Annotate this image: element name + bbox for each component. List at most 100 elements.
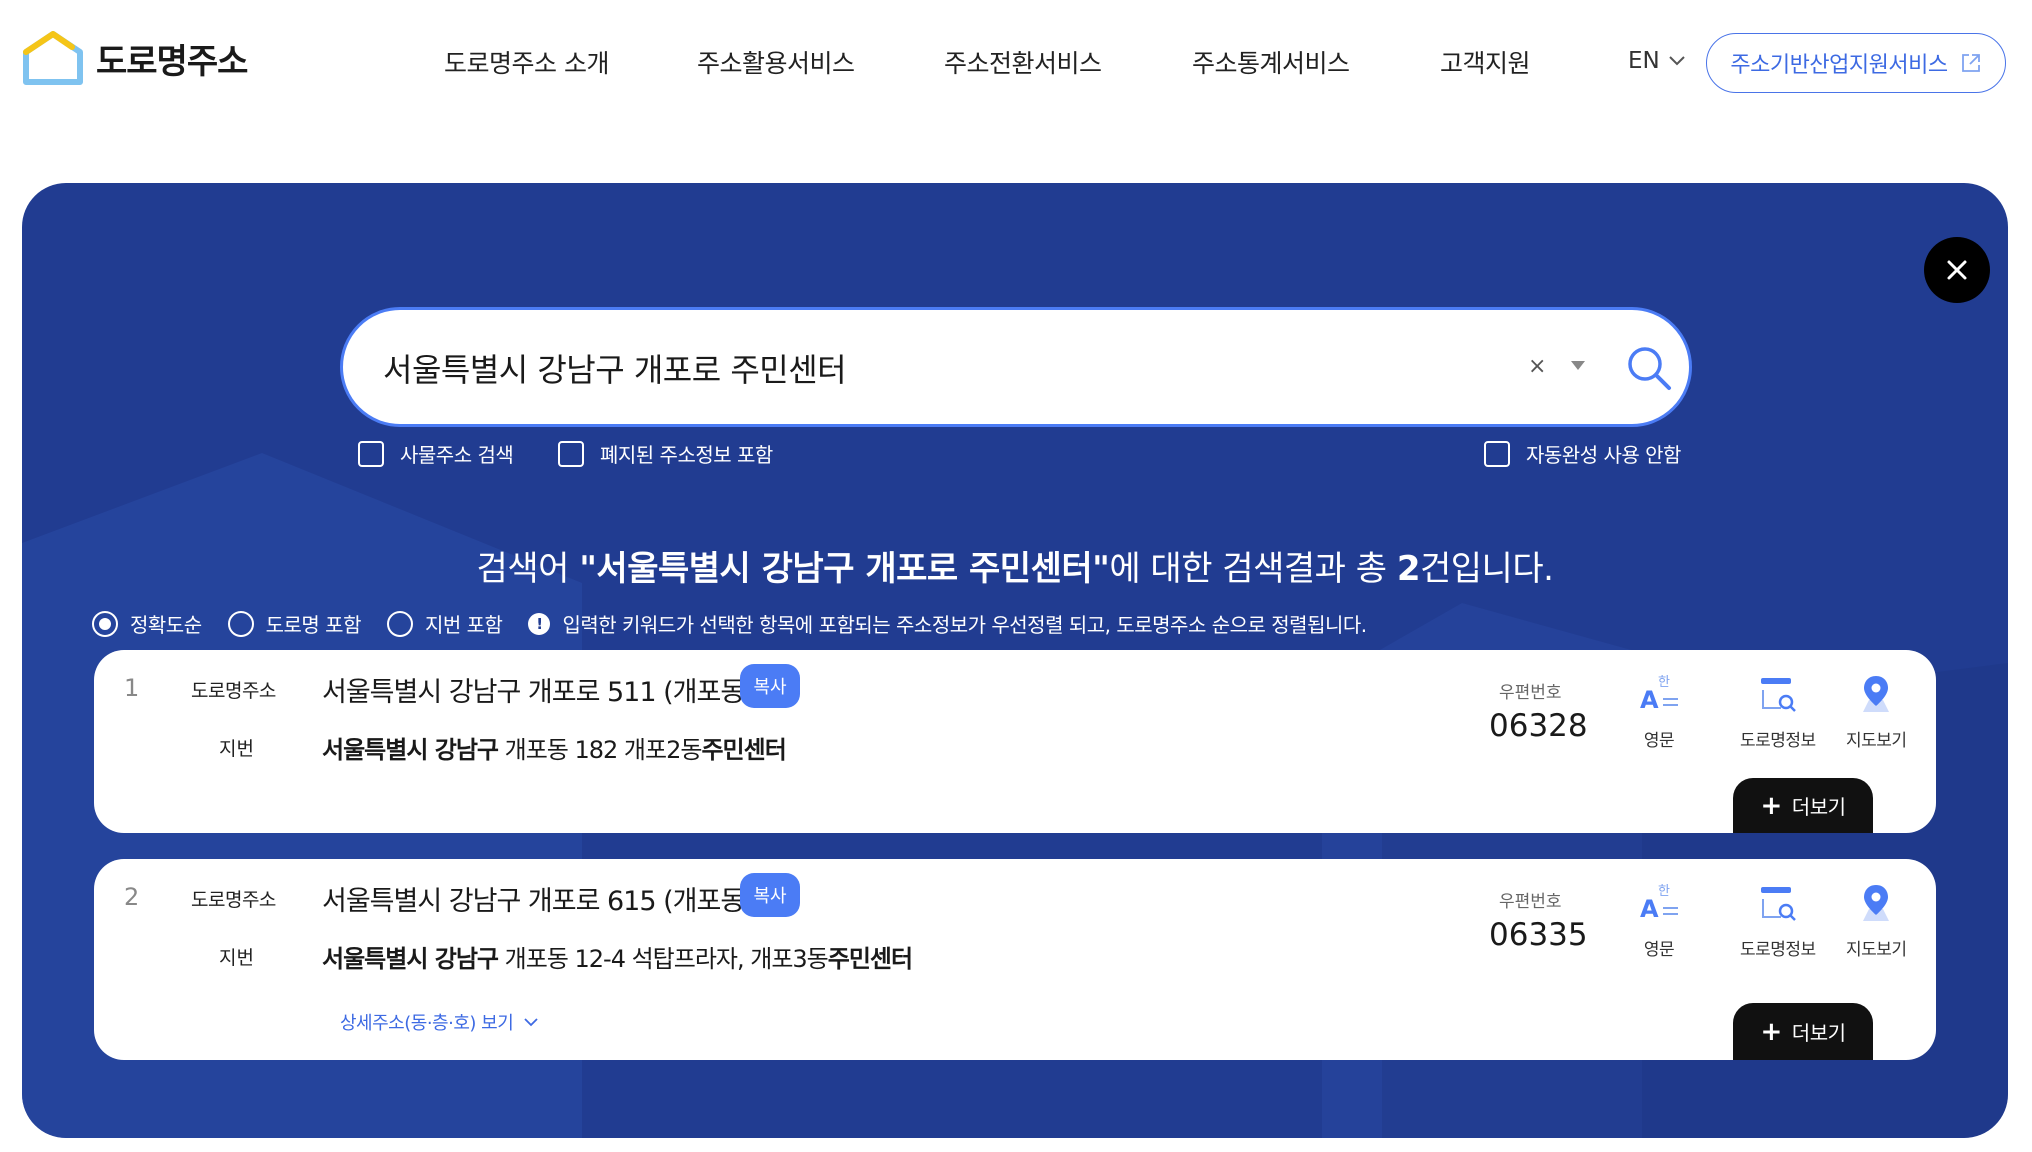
road-info-label: 도로명정보	[1740, 940, 1816, 960]
road-info-label: 도로명정보	[1740, 731, 1816, 751]
autocomplete-off-checkbox[interactable]	[1484, 440, 1510, 467]
more-button[interactable]: + 더보기	[1733, 1003, 1873, 1060]
abolished-address-option[interactable]: 폐지된 주소정보 포함	[558, 439, 773, 468]
abolished-address-label: 폐지된 주소정보 포함	[600, 443, 773, 467]
close-button[interactable]	[1924, 237, 1990, 303]
more-button[interactable]: + 더보기	[1733, 778, 1873, 833]
building-search-label: 사물주소 검색	[400, 443, 514, 467]
autocomplete-off-label: 자동완성 사용 안함	[1526, 443, 1681, 467]
building-search-option[interactable]: 사물주소 검색	[358, 439, 514, 468]
svg-text:A: A	[1640, 895, 1659, 923]
detail-address-label: 상세주소(동·층·호) 보기	[340, 1013, 514, 1034]
english-address-button[interactable]: 한 A 영문	[1636, 881, 1682, 960]
sort-accuracy[interactable]: 정확도순	[92, 609, 202, 638]
plus-icon: +	[1760, 790, 1783, 821]
sort-jibun-radio[interactable]	[386, 610, 413, 637]
sort-road-radio[interactable]	[227, 610, 254, 637]
jibun-address: 서울특별시 강남구 개포동 12-4 석탑프라자, 개포3동주민센터	[322, 939, 913, 974]
english-address-button[interactable]: 한 A 영문	[1636, 672, 1682, 751]
english-label: 영문	[1643, 731, 1675, 751]
industry-support-button[interactable]: 주소기반산업지원서비스	[1706, 33, 2006, 93]
search-input[interactable]	[383, 340, 1463, 396]
plus-icon: +	[1760, 1016, 1783, 1047]
road-info-button[interactable]: 도로명정보	[1740, 672, 1816, 751]
road-info-button[interactable]: 도로명정보	[1740, 881, 1816, 960]
language-label: EN	[1628, 48, 1660, 74]
road-address-label: 도로명주소	[191, 889, 276, 911]
english-translate-icon: 한 A	[1640, 884, 1678, 923]
result-summary-query: "서울특별시 강남구 개포로 주민센터"	[579, 549, 1110, 589]
site-header: 도로명주소 도로명주소 소개 주소활용서비스 주소전환서비스 주소통계서비스 고…	[0, 0, 2032, 130]
nav-item-usage-service[interactable]: 주소활용서비스	[697, 44, 855, 80]
nav-item-statistics-service[interactable]: 주소통계서비스	[1192, 44, 1350, 80]
result-summary: 검색어 "서울특별시 강남구 개포로 주민센터"에 대한 검색결과 총 2건입니…	[22, 541, 2008, 590]
sort-jibun-label: 지번 포함	[424, 613, 503, 637]
detail-address-toggle[interactable]: 상세주소(동·층·호) 보기	[340, 1009, 539, 1035]
jibun-address-keyword: 주민센터	[827, 945, 913, 973]
jibun-label: 지번	[219, 947, 254, 969]
road-info-icon	[1760, 887, 1796, 921]
chevron-down-icon	[1669, 56, 1685, 66]
sort-jibun-included[interactable]: 지번 포함	[386, 609, 503, 638]
jibun-address: 서울특별시 강남구 개포동 182 개포2동주민센터	[322, 730, 787, 765]
nav-item-conversion-service[interactable]: 주소전환서비스	[944, 44, 1102, 80]
autocomplete-off-option[interactable]: 자동완성 사용 안함	[1484, 439, 1681, 468]
nav-item-support[interactable]: 고객지원	[1440, 44, 1531, 80]
info-icon: !	[528, 612, 551, 635]
jibun-address-city: 서울특별시 강남구	[322, 736, 499, 764]
english-label: 영문	[1643, 940, 1675, 960]
nav-item-intro[interactable]: 도로명주소 소개	[444, 44, 609, 80]
jibun-address-keyword: 주민센터	[701, 736, 786, 764]
map-pin-icon	[1863, 885, 1890, 921]
result-summary-middle: 에 대한 검색결과 총	[1109, 549, 1397, 589]
svg-text:한: 한	[1658, 884, 1670, 899]
sort-info-text: 입력한 키워드가 선택한 항목에 포함되는 주소정보가 우선정렬 되고, 도로명…	[562, 613, 1367, 637]
road-address: 서울특별시 강남구 개포로 511 (개포동)	[322, 677, 755, 708]
sort-accuracy-label: 정확도순	[130, 613, 202, 637]
clear-search-button[interactable]: ×	[1528, 354, 1546, 379]
result-summary-prefix: 검색어	[476, 549, 580, 589]
result-number: 1	[124, 674, 140, 702]
close-icon	[1947, 260, 1967, 280]
result-card: 2 도로명주소 서울특별시 강남구 개포로 615 (개포동) 복사 지번 서울…	[94, 859, 1936, 1060]
industry-support-label: 주소기반산업지원서비스	[1730, 53, 1948, 78]
jibun-address-detail: 개포동 182 개포2동	[498, 736, 703, 764]
zip-label: 우편번호	[1499, 892, 1562, 912]
house-logo-icon	[23, 31, 83, 85]
jibun-label: 지번	[219, 738, 254, 760]
external-link-icon	[1961, 54, 1980, 72]
zip-code: 06328	[1489, 708, 1588, 744]
more-label: 더보기	[1791, 1021, 1846, 1045]
sort-road-included[interactable]: 도로명 포함	[227, 609, 361, 638]
sort-accuracy-radio[interactable]	[92, 610, 118, 637]
site-logo[interactable]: 도로명주소	[22, 30, 248, 86]
jibun-address-detail: 개포동 12-4 석탑프라자, 개포3동	[498, 945, 829, 973]
road-address: 서울특별시 강남구 개포로 615 (개포동)	[322, 886, 755, 917]
search-icon[interactable]	[1625, 344, 1673, 392]
zip-code: 06335	[1489, 917, 1588, 953]
language-selector[interactable]: EN	[1628, 48, 1686, 74]
result-summary-suffix: 건입니다.	[1420, 549, 1554, 589]
search-history-dropdown-icon[interactable]	[1571, 361, 1585, 370]
svg-text:한: 한	[1658, 675, 1670, 690]
result-count: 2	[1396, 549, 1421, 589]
chevron-down-icon	[524, 1018, 538, 1027]
map-view-button[interactable]: 지도보기	[1846, 881, 1907, 960]
copy-button[interactable]: 복사	[740, 664, 800, 708]
search-box: ×	[340, 307, 1692, 427]
abolished-address-checkbox[interactable]	[558, 440, 584, 467]
map-view-label: 지도보기	[1846, 940, 1907, 960]
copy-button[interactable]: 복사	[740, 873, 800, 917]
result-number: 2	[124, 883, 140, 911]
svg-text:A: A	[1640, 686, 1659, 714]
search-result-panel: × 사물주소 검색 폐지된 주소정보 포함 자동완성 사용 안함 검색어 "서울…	[22, 183, 2008, 1138]
building-search-checkbox[interactable]	[358, 440, 384, 467]
sort-options: 정확도순 도로명 포함 지번 포함 ! 입력한 키워드가 선택한 항목에 포함되…	[92, 609, 1367, 638]
jibun-address-city: 서울특별시 강남구	[322, 945, 499, 973]
map-view-button[interactable]: 지도보기	[1846, 672, 1907, 751]
result-card: 1 도로명주소 서울특별시 강남구 개포로 511 (개포동) 복사 지번 서울…	[94, 650, 1936, 833]
zip-label: 우편번호	[1499, 683, 1562, 703]
map-pin-icon	[1863, 676, 1890, 712]
map-view-label: 지도보기	[1846, 731, 1907, 751]
more-label: 더보기	[1791, 795, 1846, 819]
